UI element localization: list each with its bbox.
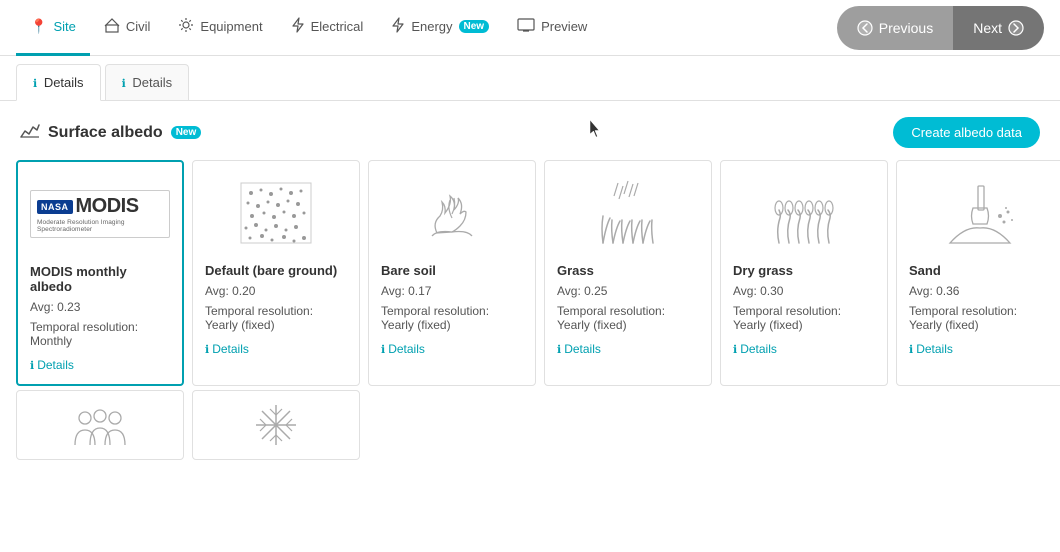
next-button-label: Next xyxy=(973,20,1002,36)
sub-tab-1-label: Details xyxy=(44,75,84,90)
card-dry-grass-res: Temporal resolution: Yearly (fixed) xyxy=(733,304,875,332)
card-dry-grass[interactable]: Dry grass Avg: 0.30 Temporal resolution:… xyxy=(720,160,888,386)
card-bare-soil-res: Temporal resolution: Yearly (fixed) xyxy=(381,304,523,332)
nav-tab-preview[interactable]: Preview xyxy=(503,0,601,56)
albedo-chart-icon xyxy=(20,121,40,144)
card-default-details-label: Details xyxy=(212,342,249,356)
create-albedo-button[interactable]: Create albedo data xyxy=(893,117,1040,148)
bottom-cards-row xyxy=(0,390,1060,460)
card-bare-soil-icon xyxy=(381,173,523,253)
card-modis-icon: NASA MODIS Moderate Resolution Imaging S… xyxy=(30,174,170,254)
card-sand-details[interactable]: ℹ Details xyxy=(909,342,1051,356)
card-grass-avg: Avg: 0.25 xyxy=(557,284,699,298)
card-sand-info-icon: ℹ xyxy=(909,343,913,356)
equipment-icon xyxy=(178,17,194,36)
people-icon xyxy=(70,400,130,450)
card-modis-name: MODIS monthly albedo xyxy=(30,264,170,294)
nav-tab-electrical-label: Electrical xyxy=(311,19,364,34)
card-grass[interactable]: Grass Avg: 0.25 Temporal resolution: Yea… xyxy=(544,160,712,386)
section-new-badge: New xyxy=(171,126,202,139)
sub-tab-2[interactable]: ℹ Details xyxy=(105,64,190,100)
card-bare-soil[interactable]: Bare soil Avg: 0.17 Temporal resolution:… xyxy=(368,160,536,386)
nav-bar: 📍 Site Civil Equipment xyxy=(0,0,1060,56)
card-bottom-2[interactable] xyxy=(192,390,360,460)
card-default-info-icon: ℹ xyxy=(205,343,209,356)
info-icon-2: ℹ xyxy=(122,78,126,90)
nav-tabs: 📍 Site Civil Equipment xyxy=(16,0,837,56)
card-bare-soil-details-label: Details xyxy=(388,342,425,356)
snowflake-icon xyxy=(246,400,306,450)
energy-icon xyxy=(391,17,405,36)
card-grass-icon xyxy=(557,173,699,253)
civil-icon xyxy=(104,17,120,36)
card-grass-name: Grass xyxy=(557,263,699,278)
card-modis-details-label: Details xyxy=(37,358,74,372)
card-bare-soil-info-icon: ℹ xyxy=(381,343,385,356)
nav-tab-equipment[interactable]: Equipment xyxy=(164,0,276,56)
previous-button-label: Previous xyxy=(879,20,933,36)
previous-button[interactable]: Previous xyxy=(837,6,953,50)
card-default-avg: Avg: 0.20 xyxy=(205,284,347,298)
card-dry-grass-details-label: Details xyxy=(740,342,777,356)
card-grass-res: Temporal resolution: Yearly (fixed) xyxy=(557,304,699,332)
card-bare-soil-name: Bare soil xyxy=(381,263,523,278)
nav-tab-civil[interactable]: Civil xyxy=(90,0,165,56)
card-dry-grass-avg: Avg: 0.30 xyxy=(733,284,875,298)
card-modis-avg: Avg: 0.23 xyxy=(30,300,170,314)
nav-tab-site[interactable]: 📍 Site xyxy=(16,0,90,56)
nav-tab-site-label: Site xyxy=(53,19,75,34)
next-button[interactable]: Next xyxy=(953,6,1044,50)
nav-tab-equipment-label: Equipment xyxy=(200,19,262,34)
info-icon-1: ℹ xyxy=(33,78,37,90)
card-bare-soil-details[interactable]: ℹ Details xyxy=(381,342,523,356)
energy-new-badge: New xyxy=(459,20,490,33)
card-default-res: Temporal resolution: Yearly (fixed) xyxy=(205,304,347,332)
card-sand-name: Sand xyxy=(909,263,1051,278)
next-arrow-icon xyxy=(1008,20,1024,36)
card-dry-grass-icon xyxy=(733,173,875,253)
nav-tab-civil-label: Civil xyxy=(126,19,151,34)
card-default-name: Default (bare ground) xyxy=(205,263,347,278)
sub-tabs: ℹ Details ℹ Details xyxy=(0,56,1060,101)
section-header: Surface albedo New Create albedo data xyxy=(0,101,1060,160)
card-default[interactable]: Default (bare ground) Avg: 0.20 Temporal… xyxy=(192,160,360,386)
nav-tab-energy[interactable]: Energy New xyxy=(377,0,503,56)
card-default-icon xyxy=(205,173,347,253)
section-title: Surface albedo New xyxy=(20,121,201,144)
albedo-cards-grid: NASA MODIS Moderate Resolution Imaging S… xyxy=(0,160,1060,386)
surface-albedo-title: Surface albedo xyxy=(48,124,163,142)
card-modis-res: Temporal resolution: Monthly xyxy=(30,320,170,348)
electrical-icon xyxy=(291,17,305,36)
sub-tab-2-label: Details xyxy=(132,75,172,90)
site-icon: 📍 xyxy=(30,18,47,35)
nav-tab-electrical[interactable]: Electrical xyxy=(277,0,378,56)
nav-tab-preview-label: Preview xyxy=(541,19,587,34)
card-sand-res: Temporal resolution: Yearly (fixed) xyxy=(909,304,1051,332)
card-grass-info-icon: ℹ xyxy=(557,343,561,356)
nav-buttons: Previous Next xyxy=(837,6,1044,50)
card-bare-soil-avg: Avg: 0.17 xyxy=(381,284,523,298)
card-default-details[interactable]: ℹ Details xyxy=(205,342,347,356)
preview-icon xyxy=(517,18,535,35)
card-modis-details[interactable]: ℹ Details xyxy=(30,358,170,372)
card-sand-icon xyxy=(909,173,1051,253)
prev-arrow-icon xyxy=(857,20,873,36)
card-dry-grass-details[interactable]: ℹ Details xyxy=(733,342,875,356)
card-sand[interactable]: Sand Avg: 0.36 Temporal resolution: Year… xyxy=(896,160,1060,386)
nav-tab-energy-label: Energy xyxy=(411,19,452,34)
card-modis[interactable]: NASA MODIS Moderate Resolution Imaging S… xyxy=(16,160,184,386)
card-dry-grass-name: Dry grass xyxy=(733,263,875,278)
card-dry-grass-info-icon: ℹ xyxy=(733,343,737,356)
card-grass-details-label: Details xyxy=(564,342,601,356)
card-modis-info-icon: ℹ xyxy=(30,359,34,372)
card-grass-details[interactable]: ℹ Details xyxy=(557,342,699,356)
sub-tab-1[interactable]: ℹ Details xyxy=(16,64,101,101)
card-bottom-1[interactable] xyxy=(16,390,184,460)
card-sand-details-label: Details xyxy=(916,342,953,356)
card-sand-avg: Avg: 0.36 xyxy=(909,284,1051,298)
